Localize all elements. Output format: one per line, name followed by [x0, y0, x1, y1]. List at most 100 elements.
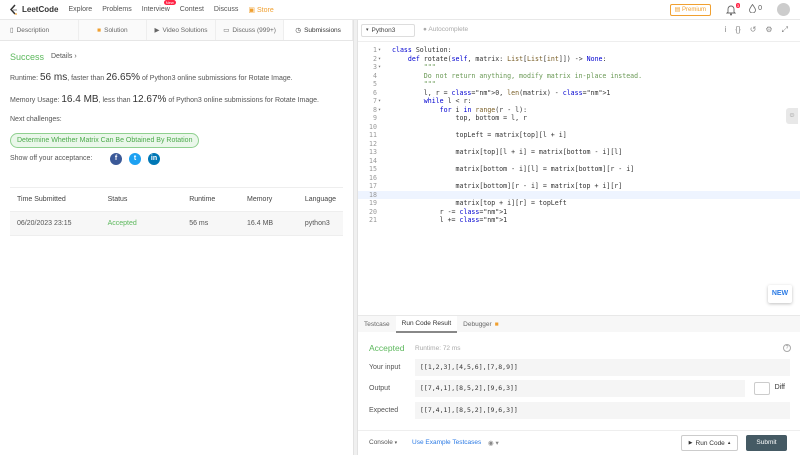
nav-problems[interactable]: Problems [102, 6, 132, 13]
cell-status[interactable]: Accepted [100, 211, 183, 236]
code-line[interactable]: 17 matrix[bottom][r - i] = matrix[top + … [358, 182, 800, 191]
code-line[interactable]: 3 ▾ """ [358, 63, 800, 72]
code-line[interactable]: 6 l, r = class="nm">0, len(matrix) - cla… [358, 89, 800, 98]
line-number: 16 [369, 173, 377, 182]
fold-chevron-icon[interactable]: ▾ [378, 106, 381, 115]
code-editor[interactable]: 1 ▾ class Solution: 2 ▾ def rotate(self, mat… [358, 43, 800, 313]
premium-button[interactable]: ▤ Premium [669, 4, 711, 16]
details-link[interactable]: Details › [51, 53, 77, 60]
code-line[interactable]: 15 matrix[bottom - i][l] = matrix[bottom… [358, 165, 800, 174]
lock-icon: ■ [97, 26, 102, 34]
code-line[interactable]: 16 [358, 174, 800, 183]
linkedin-icon[interactable]: in [148, 153, 160, 165]
memory-mid: , less than [98, 97, 131, 104]
nav-interview[interactable]: Interview New [141, 0, 176, 13]
braces-icon[interactable]: {} [735, 25, 740, 35]
editor-footer: Console ▾ Use Example Testcases ◉ ▾ ▶ Ru… [358, 430, 800, 455]
fold-chevron-icon[interactable]: ▾ [378, 97, 381, 106]
code-line[interactable]: 9 top, bottom = l, r [358, 114, 800, 123]
code-line[interactable]: 4 Do not return anything, modify matrix … [358, 72, 800, 81]
code-text: class Solution: [392, 46, 452, 54]
details-label: Details [51, 53, 73, 60]
tab-testcase[interactable]: Testcase [358, 316, 396, 333]
nav-store[interactable]: ▣ Store [248, 6, 273, 14]
your-input-label: Your input [369, 364, 401, 371]
tab-description[interactable]: ▯ Description [0, 20, 79, 40]
submit-button[interactable]: Submit [746, 435, 787, 451]
nav-explore[interactable]: Explore [68, 6, 92, 13]
tab-video-solutions[interactable]: ▶ Video Solutions [147, 20, 216, 40]
leetcode-logo[interactable]: LeetCode [9, 4, 58, 16]
help-circle-icon[interactable]: ◉ ▾ [488, 439, 499, 447]
fullscreen-icon[interactable]: ⤢ [782, 25, 788, 35]
code-line[interactable]: 2 ▾ def rotate(self, matrix: List[List[in… [358, 55, 800, 64]
code-text: """ [392, 63, 436, 71]
runtime-tail: of Python3 online submissions for Rotate… [142, 75, 293, 82]
settings-icon[interactable]: ⚙ [765, 25, 772, 35]
tab-discuss[interactable]: ▭ Discuss (999+) [216, 20, 285, 40]
tab-solution[interactable]: ■ Solution [79, 20, 148, 40]
nav-discuss[interactable]: Discuss [214, 6, 239, 13]
next-challenge-chip[interactable]: Determine Whether Matrix Can Be Obtained… [10, 133, 200, 148]
new-feature-button[interactable]: NEW [768, 285, 792, 303]
run-code-button[interactable]: ▶ Run Code ▴ [681, 435, 738, 451]
nav-contest[interactable]: Contest [180, 6, 204, 13]
code-line[interactable]: 7 ▾ while l < r: [358, 97, 800, 106]
reset-icon[interactable]: ↺ [750, 25, 757, 35]
tab-debugger[interactable]: Debugger ■ [457, 316, 505, 333]
fold-chevron-icon[interactable]: ▾ [378, 55, 381, 64]
language-select[interactable]: ▾ Python3 [361, 24, 415, 37]
avatar[interactable] [777, 3, 790, 16]
cell-runtime: 56 ms [182, 211, 240, 236]
memory-percent: 12.67% [132, 94, 167, 105]
code-text: def rotate(self, matrix: List[List[int]]… [407, 54, 607, 63]
code-line[interactable]: 21 l += class="nm">1 [358, 216, 800, 225]
code-line[interactable]: 8 ▾ for i in range(r - l): [358, 106, 800, 115]
result-status: Success [10, 52, 45, 62]
code-text: r -= class="nm">1 [392, 207, 508, 216]
code-line[interactable]: 10 [358, 123, 800, 132]
line-number: 17 [369, 182, 377, 190]
side-feedback-icon[interactable]: ☺ [786, 108, 798, 124]
twitter-icon[interactable]: t [129, 153, 141, 165]
facebook-icon[interactable]: f [110, 153, 122, 165]
line-number: 12 [369, 139, 377, 148]
table-header-row: Time Submitted Status Runtime Memory Lan… [10, 187, 343, 212]
bell-icon[interactable] [726, 4, 736, 16]
tab-debugger-label: Debugger [463, 320, 492, 328]
col-runtime: Runtime [182, 187, 240, 212]
diff-toggle[interactable] [754, 382, 770, 395]
notification-count: 3 [735, 3, 740, 8]
line-number: 4 [373, 71, 377, 80]
autocomplete-label: Autocomplete [428, 26, 469, 33]
code-line[interactable]: 19 matrix[top + i][r] = topLeft [358, 199, 800, 208]
autocomplete-toggle[interactable]: ● Autocomplete [423, 26, 468, 33]
chevron-down-icon: ▾ [366, 27, 369, 33]
fold-chevron-icon[interactable]: ▾ [378, 63, 381, 72]
fold-chevron-icon[interactable]: ▾ [378, 46, 381, 55]
tab-video-label: Video Solutions [162, 26, 208, 34]
nav-interview-label: Interview [141, 6, 170, 13]
help-icon[interactable]: ? [783, 344, 791, 352]
code-line[interactable]: 11 topLeft = matrix[top][l + i] [358, 131, 800, 140]
line-number: 14 [369, 156, 377, 165]
code-line[interactable]: 20 r -= class="nm">1 [358, 208, 800, 217]
points-indicator[interactable]: 0 [749, 4, 762, 13]
col-status: Status [100, 187, 183, 212]
use-example-testcases[interactable]: Use Example Testcases [412, 439, 481, 446]
info-icon[interactable]: i [725, 25, 727, 35]
table-row[interactable]: 06/20/2023 23:15 Accepted 56 ms 16.4 MB … [10, 211, 343, 236]
line-number: 10 [369, 122, 377, 131]
code-line[interactable]: 14 [358, 157, 800, 166]
tab-run-code-result[interactable]: Run Code Result [395, 315, 458, 333]
cell-memory: 16.4 MB [240, 211, 298, 236]
tab-submissions[interactable]: ◷ Submissions [284, 20, 353, 40]
code-line[interactable]: 18 [358, 190, 800, 199]
code-line[interactable]: 1 ▾ class Solution: [358, 46, 800, 55]
show-off-label: Show off your acceptance: [10, 155, 93, 162]
dot-icon: ● [423, 26, 427, 33]
console-toggle[interactable]: Console ▾ [369, 439, 397, 446]
code-line[interactable]: 5 """ [358, 80, 800, 89]
code-line[interactable]: 12 [358, 140, 800, 149]
code-line[interactable]: 13 matrix[top][l + i] = matrix[bottom - … [358, 148, 800, 157]
